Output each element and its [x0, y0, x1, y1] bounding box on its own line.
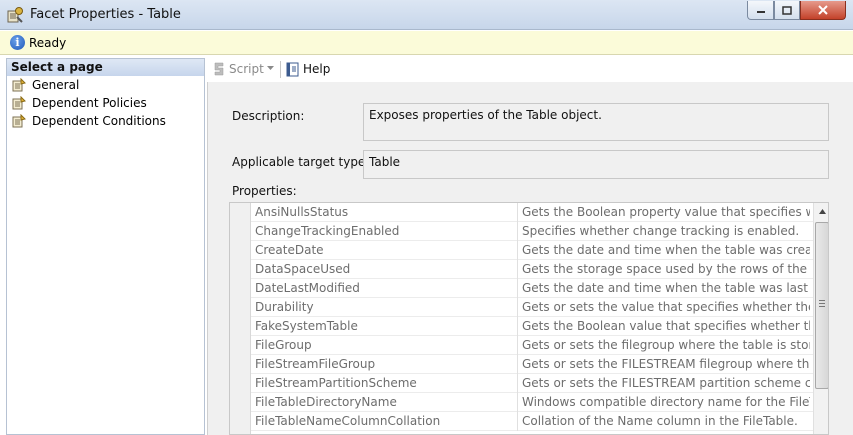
table-row[interactable]: AnsiNullsStatus Gets the Boolean propert… — [251, 203, 828, 222]
property-description: Windows compatible directory name for th… — [522, 395, 810, 409]
table-row[interactable]: FakeSystemTable Gets the Boolean value t… — [251, 317, 828, 336]
description-label: Description: — [232, 109, 305, 123]
info-icon: i — [10, 35, 25, 50]
minimize-icon — [756, 11, 765, 13]
property-name: FileGroup — [255, 338, 312, 352]
property-description: Gets the storage space used by the rows … — [522, 262, 810, 276]
property-description: Gets the date and time when the table wa… — [522, 243, 810, 257]
window-title: Facet Properties - Table — [30, 7, 181, 22]
close-icon — [818, 5, 828, 15]
minimize-button[interactable] — [747, 1, 774, 20]
chevron-up-icon — [818, 209, 826, 214]
page-selector-panel: Select a page General Dependent Policies… — [6, 58, 205, 435]
property-description: Gets or sets the FILESTREAM partition sc… — [522, 376, 810, 390]
page-icon — [12, 114, 26, 128]
page-icon — [12, 96, 26, 110]
property-name: FileStreamFileGroup — [255, 357, 376, 371]
column-divider — [517, 355, 518, 374]
vertical-scrollbar[interactable] — [813, 203, 828, 434]
grip-icon — [819, 300, 825, 307]
status-bar: i Ready — [0, 31, 853, 55]
property-description: Gets the Boolean property value that spe… — [522, 205, 810, 219]
nav-item-dependent-policies[interactable]: Dependent Policies — [7, 94, 204, 112]
page-icon — [12, 78, 26, 92]
property-name: ChangeTrackingEnabled — [255, 224, 400, 238]
nav-item-general[interactable]: General — [7, 76, 204, 94]
table-row[interactable]: Durability Gets or sets the value that s… — [251, 298, 828, 317]
toolbar: Script Help — [207, 58, 853, 82]
column-divider — [517, 298, 518, 317]
status-text: Ready — [29, 36, 67, 50]
column-divider — [517, 203, 518, 222]
column-divider — [517, 222, 518, 241]
column-divider — [517, 374, 518, 393]
property-description: Gets the Boolean value that specifies wh… — [522, 319, 810, 333]
chevron-down-icon[interactable] — [267, 66, 274, 71]
property-description: Gets or sets the filegroup where the tab… — [522, 338, 810, 352]
target-types-field: Table — [363, 150, 829, 179]
property-name: AnsiNullsStatus — [255, 205, 349, 219]
property-name: FileTableNameColumnCollation — [255, 414, 441, 428]
scrollbar-thumb[interactable] — [815, 222, 828, 389]
general-page-content: Description: Exposes properties of the T… — [207, 82, 853, 435]
property-name: DateLastModified — [255, 281, 360, 295]
table-row[interactable]: FileTableDirectoryName Windows compatibl… — [251, 393, 828, 412]
property-description: Gets the date and time when the table wa… — [522, 281, 810, 295]
table-row[interactable]: FileGroup Gets or sets the filegroup whe… — [251, 336, 828, 355]
nav-item-dependent-conditions[interactable]: Dependent Conditions — [7, 112, 204, 130]
column-divider — [517, 241, 518, 260]
property-name: FileTableDirectoryName — [255, 395, 397, 409]
property-description: Gets or sets the FILESTREAM filegroup wh… — [522, 357, 810, 371]
table-row[interactable]: DataSpaceUsed Gets the storage space use… — [251, 260, 828, 279]
maximize-icon — [782, 5, 792, 15]
table-row[interactable]: FileStreamFileGroup Gets or sets the FIL… — [251, 355, 828, 374]
grid-row-header-margin — [230, 203, 251, 434]
properties-grid[interactable]: AnsiNullsStatus Gets the Boolean propert… — [229, 202, 829, 435]
scroll-up-button[interactable] — [814, 203, 828, 220]
table-row[interactable]: FileTableNameColumnCollation Collation o… — [251, 412, 828, 431]
nav-item-label: General — [32, 78, 80, 92]
property-name: DataSpaceUsed — [255, 262, 351, 276]
target-types-label: Applicable target types: — [232, 155, 376, 169]
column-divider — [517, 412, 518, 431]
table-row[interactable]: FileStreamPartitionScheme Gets or sets t… — [251, 374, 828, 393]
script-button[interactable]: Script — [229, 62, 264, 76]
page-selector-header: Select a page — [7, 59, 204, 76]
property-description: Collation of the Name column in the File… — [522, 414, 798, 428]
property-name: CreateDate — [255, 243, 324, 257]
column-divider — [517, 260, 518, 279]
column-divider — [517, 317, 518, 336]
table-row[interactable]: ChangeTrackingEnabled Specifies whether … — [251, 222, 828, 241]
help-button[interactable]: Help — [303, 62, 330, 76]
script-icon — [214, 62, 224, 76]
property-description: Specifies whether change tracking is ena… — [522, 224, 800, 238]
property-name: Durability — [255, 300, 314, 314]
column-divider — [517, 393, 518, 412]
facet-properties-icon — [7, 7, 23, 23]
table-row[interactable]: DateLastModified Gets the date and time … — [251, 279, 828, 298]
nav-item-label: Dependent Policies — [32, 96, 147, 110]
close-button[interactable] — [800, 1, 846, 20]
property-name: FakeSystemTable — [255, 319, 358, 333]
nav-item-label: Dependent Conditions — [32, 114, 166, 128]
column-divider — [517, 279, 518, 298]
title-bar: Facet Properties - Table — [0, 0, 853, 30]
properties-label: Properties: — [232, 184, 297, 198]
toolbar-separator — [280, 61, 281, 78]
help-icon — [286, 62, 299, 77]
table-row[interactable]: CreateDate Gets the date and time when t… — [251, 241, 828, 260]
description-field: Exposes properties of the Table object. — [363, 103, 829, 141]
property-description: Gets or sets the value that specifies wh… — [522, 300, 810, 314]
column-divider — [517, 336, 518, 355]
maximize-button[interactable] — [774, 1, 800, 20]
property-name: FileStreamPartitionScheme — [255, 376, 417, 390]
